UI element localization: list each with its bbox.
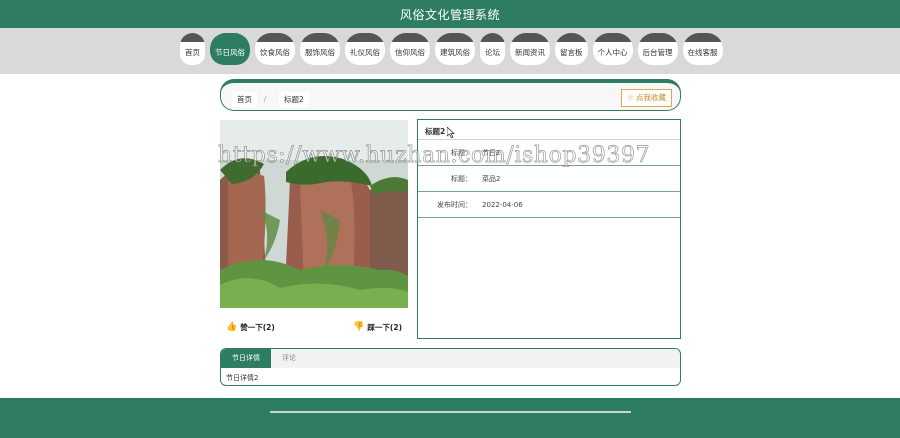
dislike-label: 踩一下(2) <box>367 322 402 332</box>
like-button[interactable]: 👍 赞一下(2) <box>226 322 275 333</box>
mountain-landscape-picture <box>220 120 408 308</box>
festival-image <box>220 120 408 308</box>
dislike-button[interactable]: 👎 踩一下(2) <box>353 322 402 333</box>
breadcrumb-separator: / <box>264 95 267 103</box>
info-row: 发布时间： 2022-04-06 <box>418 192 680 218</box>
breadcrumb: 首页 / 标题2 ☆ 点我收藏 <box>220 79 681 111</box>
info-row: 标题： 菜品2 <box>418 166 680 192</box>
nav-tab-label: 礼仪风俗 <box>350 48 380 57</box>
nav-tab-label: 在线客服 <box>687 48 718 57</box>
nav-tab-label: 论坛 <box>485 48 500 57</box>
thumbs-down-icon: 👎 <box>353 322 365 332</box>
nav-tab-label: 节日风俗 <box>215 48 245 57</box>
info-panel: 标题2 标题： 节日2 标题： 菜品2 发布时间： 2022-04-06 <box>417 119 681 339</box>
nav-tab-11[interactable]: 后台管理 <box>637 33 678 65</box>
nav-tab-2[interactable]: 饮食风俗 <box>255 33 295 65</box>
nav-tab-3[interactable]: 服饰风俗 <box>300 33 340 65</box>
detail-content: 节日详情2 <box>226 374 259 382</box>
nav-tab-7[interactable]: 论坛 <box>480 33 505 65</box>
nav-tab-12[interactable]: 在线客服 <box>682 33 723 65</box>
nav-tab-label: 信仰风俗 <box>395 48 425 57</box>
nav-tab-6[interactable]: 建筑风俗 <box>435 33 475 65</box>
vote-bar: 👍 赞一下(2) 👎 踩一下(2) <box>220 316 408 338</box>
nav-tab-8[interactable]: 新闻资讯 <box>510 33 550 65</box>
nav-tab-label: 个人中心 <box>597 48 628 57</box>
top-header: 风俗文化管理系统 <box>0 0 900 28</box>
app-title: 风俗文化管理系统 <box>399 7 500 22</box>
info-value: 2022-04-06 <box>482 200 523 209</box>
star-outline-icon: ☆ <box>627 93 634 102</box>
info-value: 菜品2 <box>482 174 501 183</box>
tab-festival-detail[interactable]: 节日详情 <box>221 349 271 368</box>
info-key: 标题： <box>451 174 472 183</box>
nav-tab-label: 首页 <box>185 48 200 57</box>
nav-tab-1[interactable]: 节日风俗 <box>210 33 250 65</box>
favorite-button[interactable]: ☆ 点我收藏 <box>621 89 672 107</box>
info-value: 节日2 <box>482 148 501 157</box>
nav-tab-4[interactable]: 礼仪风俗 <box>345 33 385 65</box>
breadcrumb-home[interactable]: 首页 <box>232 92 257 107</box>
mouse-cursor-icon <box>447 127 455 138</box>
info-row: 标题： 节日2 <box>418 140 680 166</box>
thumbs-up-icon: 👍 <box>226 322 238 332</box>
favorite-label: 点我收藏 <box>636 93 666 102</box>
nav-tab-label: 后台管理 <box>642 48 673 57</box>
info-key: 发布时间： <box>437 200 472 209</box>
detail-tabs: 节日详情 评论 <box>221 349 680 368</box>
nav-tab-label: 留言板 <box>560 48 583 57</box>
main-nav: 首页 节日风俗 饮食风俗 服饰风俗 礼仪风俗 信仰风俗 建筑风俗 论坛 新闻资讯 留言板 个人中心 后… <box>180 33 728 67</box>
nav-tab-0[interactable]: 首页 <box>180 33 205 65</box>
nav-tab-5[interactable]: 信仰风俗 <box>390 33 430 65</box>
nav-tab-label: 饮食风俗 <box>260 48 290 57</box>
nav-tab-label: 建筑风俗 <box>440 48 470 57</box>
footer <box>0 398 900 438</box>
nav-tab-10[interactable]: 个人中心 <box>592 33 633 65</box>
info-title: 标题2 <box>418 120 680 140</box>
nav-tab-label: 新闻资讯 <box>515 48 545 57</box>
detail-panel: 节日详情 评论 节日详情2 <box>220 348 681 386</box>
tab-comments[interactable]: 评论 <box>271 349 307 368</box>
like-label: 赞一下(2) <box>240 322 275 332</box>
nav-tab-label: 服饰风俗 <box>305 48 335 57</box>
nav-tab-9[interactable]: 留言板 <box>555 33 588 65</box>
breadcrumb-current: 标题2 <box>279 92 309 107</box>
footer-divider <box>270 411 631 413</box>
info-key: 标题： <box>451 148 472 157</box>
